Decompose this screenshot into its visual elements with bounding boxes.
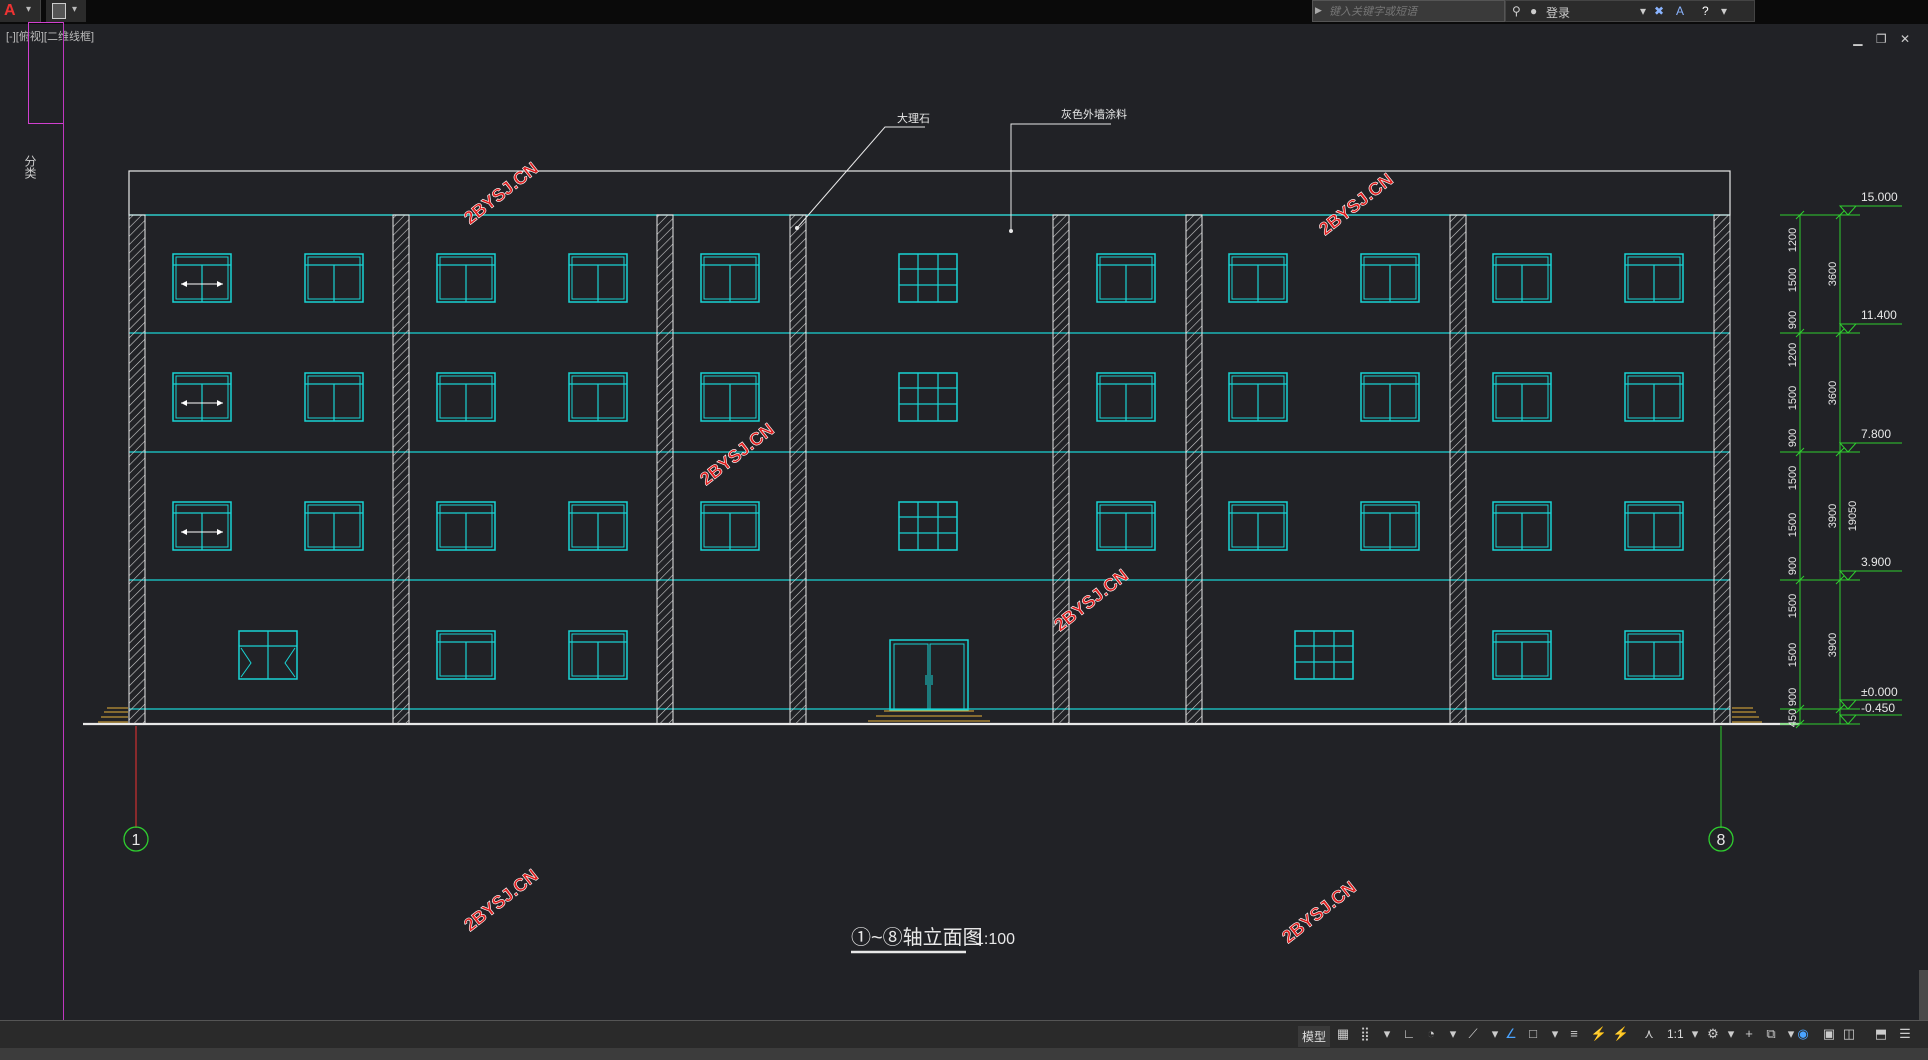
chevron-down-icon[interactable]: ▾ — [1686, 1026, 1704, 1042]
dim-inner: 1500 — [1787, 268, 1799, 292]
dim-total: 19050 — [1847, 501, 1859, 532]
workspace-icon[interactable]: ⧉ — [1762, 1026, 1780, 1042]
ortho-icon[interactable]: ∟ — [1400, 1026, 1418, 1042]
elevation-3-9: 3.900 — [1861, 555, 1891, 569]
object-snap-icon[interactable]: □ — [1524, 1026, 1542, 1042]
osnap-tracking-icon[interactable]: ⟋ — [1464, 1026, 1482, 1042]
lineweight-icon[interactable]: ≡ — [1565, 1026, 1583, 1042]
customization-menu-icon[interactable]: ☰ — [1896, 1026, 1914, 1042]
hardware-acceleration-icon[interactable]: ▣ — [1820, 1026, 1838, 1042]
dim-inner: 900 — [1787, 429, 1799, 447]
dim-inner: 900 — [1787, 311, 1799, 329]
dim-floor: 3600 — [1827, 381, 1839, 405]
elevation-15: 15.000 — [1861, 190, 1898, 204]
entrance-door — [889, 639, 969, 711]
axis-label-1: 1 — [132, 832, 141, 849]
dim-inner: 900 — [1787, 688, 1799, 706]
model-space-button[interactable]: 模型 — [1298, 1026, 1331, 1047]
parapet — [128, 170, 1731, 216]
annotation-scale-icon[interactable]: ⚡ — [1590, 1026, 1608, 1042]
plus-icon[interactable]: + — [1740, 1026, 1758, 1042]
grid-icon[interactable]: ▦ — [1334, 1026, 1352, 1042]
drawing-title: ①~⑧轴立面图 — [851, 926, 983, 949]
isodraft-icon[interactable]: ∠ — [1502, 1026, 1520, 1042]
bottom-strip — [0, 1048, 1928, 1060]
polar-icon[interactable]: ◔ — [1422, 1026, 1440, 1042]
chevron-down-icon[interactable]: ▾ — [1378, 1026, 1396, 1042]
dim-floor: 3600 — [1827, 262, 1839, 286]
chevron-down-icon[interactable]: ▾ — [1444, 1026, 1462, 1042]
status-bar: 模型 ▦ ⣿ ▾ ∟ ◔ ▾ ⟋ ▾ ∠ □ ▾ ≡ ⚡ ⚡ ⋏ 1:1 ▾ ⚙… — [0, 1020, 1928, 1049]
elevation-11-4: 11.400 — [1861, 308, 1897, 322]
watermark: 2BYSJ.CN — [1315, 169, 1397, 239]
dim-floor: 3900 — [1827, 633, 1839, 657]
dim-inner: 1500 — [1787, 643, 1799, 667]
dim-inner: 1200 — [1787, 343, 1799, 367]
dim-inner: 900 — [1787, 557, 1799, 575]
elevation-7-8: 7.800 — [1861, 427, 1891, 441]
dim-inner: 1500 — [1787, 594, 1799, 618]
watermark: 2BYSJ.CN — [1278, 877, 1360, 947]
annotation-visibility-icon[interactable]: ⚡ — [1612, 1026, 1630, 1042]
elevation-neg-0-45: -0.450 — [1861, 701, 1895, 715]
dim-inner: 1200 — [1787, 228, 1799, 252]
snap-icon[interactable]: ⣿ — [1356, 1026, 1374, 1042]
elevation-drawing[interactable]: 大理石 灰色外墙涂料 1 8 15.000 11.400 7.800 3.900… — [0, 0, 1928, 1020]
drawing-scale: 1:100 — [975, 931, 1015, 948]
elevation-0: ±0.000 — [1861, 685, 1898, 699]
entrance-steps — [868, 710, 990, 722]
dim-inner: 1500 — [1787, 386, 1799, 410]
annotation-auto-icon[interactable]: ⋏ — [1640, 1026, 1658, 1042]
vertical-scrollbar[interactable] — [1919, 970, 1928, 1020]
gear-icon[interactable]: ⚙ — [1704, 1026, 1722, 1042]
chevron-down-icon[interactable]: ▾ — [1546, 1026, 1564, 1042]
clean-screen-icon[interactable]: ⬒ — [1872, 1026, 1890, 1042]
quick-properties-icon[interactable]: ◫ — [1840, 1026, 1858, 1042]
watermark: 2BYSJ.CN — [460, 158, 542, 228]
callout-grey-paint: 灰色外墙涂料 — [1061, 107, 1127, 121]
chevron-down-icon[interactable]: ▾ — [1722, 1026, 1740, 1042]
dim-inner: 1500 — [1787, 466, 1799, 490]
dim-inner: 1500 — [1787, 513, 1799, 537]
axis-label-8: 8 — [1717, 832, 1726, 849]
isolate-icon[interactable]: ◉ — [1794, 1026, 1812, 1042]
elevation-markers — [1838, 205, 1902, 725]
watermark: 2BYSJ.CN — [460, 865, 542, 935]
dim-inner: 450 — [1787, 709, 1799, 727]
callout-marble: 大理石 — [897, 111, 930, 125]
floor-lines — [129, 214, 1730, 710]
annotation-scale[interactable]: 1:1 — [1667, 1027, 1684, 1041]
watermark: 2BYSJ.CN — [696, 419, 778, 489]
dim-floor: 3900 — [1827, 504, 1839, 528]
